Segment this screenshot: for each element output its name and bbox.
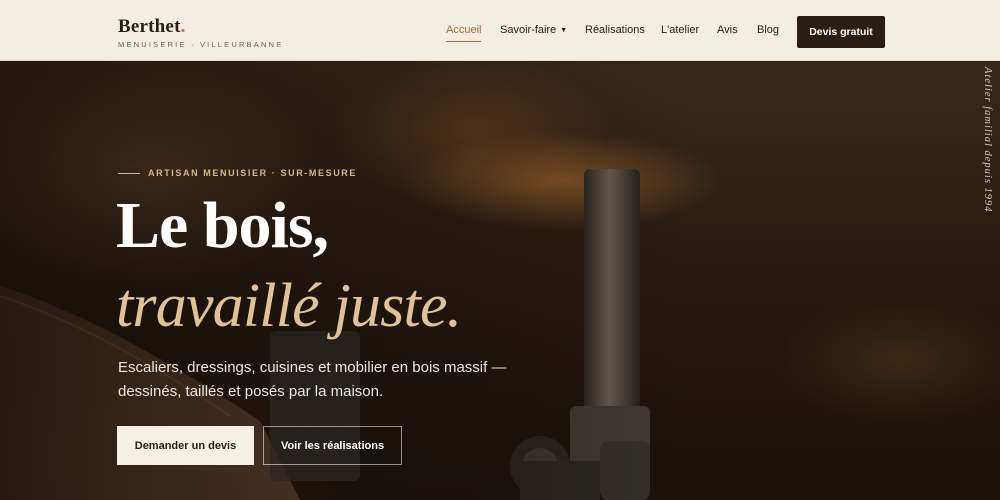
request-quote-button[interactable]: Demander un devis <box>117 426 254 465</box>
nav-item-atelier[interactable]: L'atelier <box>661 24 699 36</box>
nav-item-avis[interactable]: Avis <box>717 24 738 36</box>
eyebrow-divider <box>118 173 140 174</box>
caret-down-icon: ▼ <box>560 27 568 34</box>
hero-headline-line2: travaillé juste. <box>116 272 462 340</box>
view-projects-button[interactable]: Voir les réalisations <box>263 426 402 465</box>
nav-item-accueil[interactable]: Accueil <box>446 24 482 42</box>
site-header: Berthet. MENUISERIE · VILLEURBANNE Accue… <box>0 0 1000 61</box>
nav-item-blog[interactable]: Blog <box>757 24 779 36</box>
nav-item-realisations[interactable]: Réalisations <box>585 24 645 36</box>
hero-eyebrow: ARTISAN MENUISIER · SUR-MESURE <box>148 168 358 178</box>
nav-item-savoir-faire[interactable]: Savoir-faire ▼ <box>500 24 567 36</box>
nav-item-savoir-faire-label: Savoir-faire <box>500 24 557 36</box>
vertical-caption: Atelier familial depuis 1994 <box>982 67 993 213</box>
hero-subcopy: Escaliers, dressings, cuisines et mobili… <box>118 359 507 400</box>
hero-headline-line1: Le bois, <box>116 189 329 262</box>
hero-section: ARTISAN MENUISIER · SUR-MESURE Le bois, … <box>0 61 1000 500</box>
free-quote-button[interactable]: Devis gratuit <box>797 16 885 48</box>
